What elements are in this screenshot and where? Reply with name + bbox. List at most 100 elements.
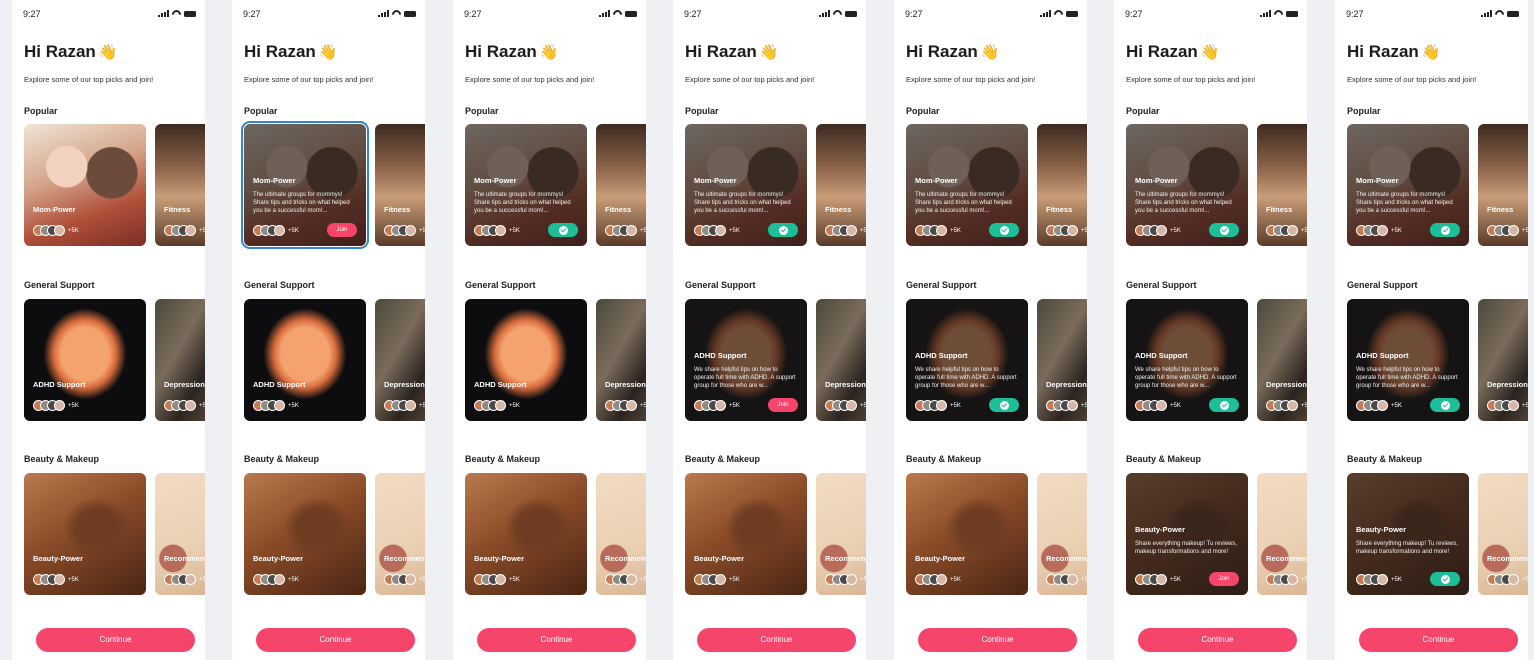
group-card-depression[interactable]: Depression +5K	[1037, 299, 1087, 421]
group-card-recommended[interactable]: Recommended +5K	[375, 473, 425, 595]
group-card-depression[interactable]: Depression +5K	[1478, 299, 1528, 421]
joined-button[interactable]	[1209, 223, 1239, 237]
member-avatars: +5K	[474, 574, 520, 585]
continue-button[interactable]: Continue	[36, 628, 195, 652]
avatar	[54, 400, 65, 411]
joined-button[interactable]	[989, 398, 1019, 412]
member-count: +5K	[729, 402, 740, 409]
check-icon	[778, 225, 788, 235]
battery-icon	[845, 11, 857, 17]
section-title-popular: Popular	[1126, 106, 1160, 116]
member-avatars: +5K	[164, 225, 205, 236]
group-card-mom-power[interactable]: Mom-Power The ultimate groups for mommys!…	[1126, 124, 1248, 246]
signal-icon	[1481, 10, 1492, 17]
group-card-depression[interactable]: Depression +5K	[816, 299, 866, 421]
join-button[interactable]: Join	[768, 398, 798, 412]
check-icon	[1219, 400, 1229, 410]
member-avatars: +5K	[253, 574, 299, 585]
group-card-fitness[interactable]: Fitness +5K	[375, 124, 425, 246]
joined-button[interactable]	[1430, 223, 1460, 237]
status-icons	[158, 10, 196, 17]
phone-screen-2: 9:27 Hi Razan 👋 Explore some of our top p…	[232, 0, 425, 660]
greeting-text: Hi Razan	[465, 42, 537, 61]
group-card-recommended[interactable]: Recommended +5K	[596, 473, 646, 595]
card-description: The ultimate groups for mommys! Share ti…	[253, 192, 350, 214]
group-card-mom-power[interactable]: Mom-Power The ultimate groups for mommys!…	[465, 124, 587, 246]
continue-button[interactable]: Continue	[697, 628, 856, 652]
member-count: +5K	[199, 402, 205, 409]
group-card-mom-power[interactable]: Mom-Power The ultimate groups for mommys!…	[685, 124, 807, 246]
continue-button[interactable]: Continue	[477, 628, 636, 652]
join-button[interactable]: Join	[327, 223, 357, 237]
group-card-recommended[interactable]: Recommended +5K	[816, 473, 866, 595]
group-card-depression[interactable]: Depression +5K	[1257, 299, 1307, 421]
group-card-adhd-support[interactable]: ADHD Support We share helpful tips on how…	[1347, 299, 1469, 421]
member-avatars: +5K	[33, 400, 79, 411]
group-card-mom-power[interactable]: Mom-Power The ultimate groups for mommys!…	[241, 121, 369, 249]
group-card-beauty-power[interactable]: Beauty-Power +5K	[244, 473, 366, 595]
group-card-adhd-support[interactable]: ADHD Support We share helpful tips on how…	[1126, 299, 1248, 421]
group-card-fitness[interactable]: Fitness +5K	[155, 124, 205, 246]
group-card-mom-power[interactable]: Mom-Power +5K	[24, 124, 146, 246]
group-card-adhd-support[interactable]: ADHD Support We share helpful tips on how…	[685, 299, 807, 421]
group-card-mom-power[interactable]: Mom-Power The ultimate groups for mommys!…	[906, 124, 1028, 246]
continue-button[interactable]: Continue	[1359, 628, 1518, 652]
status-icons	[819, 10, 857, 17]
group-card-fitness[interactable]: Fitness +5K	[816, 124, 866, 246]
group-card-recommended[interactable]: Recommended +5K	[1478, 473, 1528, 595]
group-card-recommended[interactable]: Recommended +5K	[1257, 473, 1307, 595]
continue-button[interactable]: Continue	[256, 628, 415, 652]
status-icons	[599, 10, 637, 17]
group-card-adhd-support[interactable]: ADHD Support We share helpful tips on how…	[906, 299, 1028, 421]
joined-button[interactable]	[1430, 572, 1460, 586]
joined-button[interactable]	[989, 223, 1019, 237]
card-title: Beauty-Power	[694, 554, 745, 563]
group-card-fitness[interactable]: Fitness +5K	[1257, 124, 1307, 246]
continue-button[interactable]: Continue	[918, 628, 1077, 652]
member-count: +5K	[1391, 227, 1402, 234]
joined-button[interactable]	[548, 223, 578, 237]
group-card-depression[interactable]: Depression +5K	[596, 299, 646, 421]
group-card-adhd-support[interactable]: ADHD Support +5K	[244, 299, 366, 421]
group-card-beauty-power[interactable]: Beauty-Power Share everything makeup! Tu …	[1347, 473, 1469, 595]
group-card-depression[interactable]: Depression +5K	[155, 299, 205, 421]
card-title: Recommended	[605, 554, 646, 563]
member-avatars: +5K	[164, 574, 205, 585]
group-card-beauty-power[interactable]: Beauty-Power +5K	[465, 473, 587, 595]
group-card-adhd-support[interactable]: ADHD Support +5K	[24, 299, 146, 421]
joined-button[interactable]	[1430, 398, 1460, 412]
group-card-fitness[interactable]: Fitness +5K	[1037, 124, 1087, 246]
member-avatars: +5K	[1487, 574, 1528, 585]
continue-button[interactable]: Continue	[1138, 628, 1297, 652]
avatar	[626, 400, 637, 411]
joined-button[interactable]	[1209, 398, 1239, 412]
joined-button[interactable]	[768, 223, 798, 237]
card-description: The ultimate groups for mommys! Share ti…	[1135, 192, 1232, 214]
section-title-beauty-makeup: Beauty & Makeup	[685, 454, 761, 464]
group-card-recommended[interactable]: Recommended +5K	[155, 473, 205, 595]
avatar	[1156, 400, 1167, 411]
greeting-subtitle: Explore some of our top picks and join!	[1347, 75, 1477, 84]
avatar	[715, 225, 726, 236]
status-icons	[1040, 10, 1078, 17]
section-title-general-support: General Support	[906, 280, 977, 290]
status-bar: 9:27	[23, 9, 196, 21]
group-card-mom-power[interactable]: Mom-Power The ultimate groups for mommys!…	[1347, 124, 1469, 246]
member-avatars: +5K	[1135, 225, 1181, 236]
greeting-subtitle: Explore some of our top picks and join!	[244, 75, 374, 84]
group-card-adhd-support[interactable]: ADHD Support +5K	[465, 299, 587, 421]
join-button[interactable]: Join	[1209, 572, 1239, 586]
avatar	[1508, 400, 1519, 411]
group-card-fitness[interactable]: Fitness +5K	[1478, 124, 1528, 246]
greeting-text: Hi Razan	[1126, 42, 1198, 61]
group-card-beauty-power[interactable]: Beauty-Power +5K	[906, 473, 1028, 595]
card-title: Recommended	[164, 554, 205, 563]
group-card-beauty-power[interactable]: Beauty-Power Share everything makeup! Tu …	[1126, 473, 1248, 595]
group-card-depression[interactable]: Depression +5K	[375, 299, 425, 421]
wave-icon: 👋	[1200, 44, 1220, 61]
group-card-beauty-power[interactable]: Beauty-Power +5K	[24, 473, 146, 595]
avatar	[1067, 400, 1078, 411]
group-card-fitness[interactable]: Fitness +5K	[596, 124, 646, 246]
group-card-recommended[interactable]: Recommended +5K	[1037, 473, 1087, 595]
group-card-beauty-power[interactable]: Beauty-Power +5K	[685, 473, 807, 595]
